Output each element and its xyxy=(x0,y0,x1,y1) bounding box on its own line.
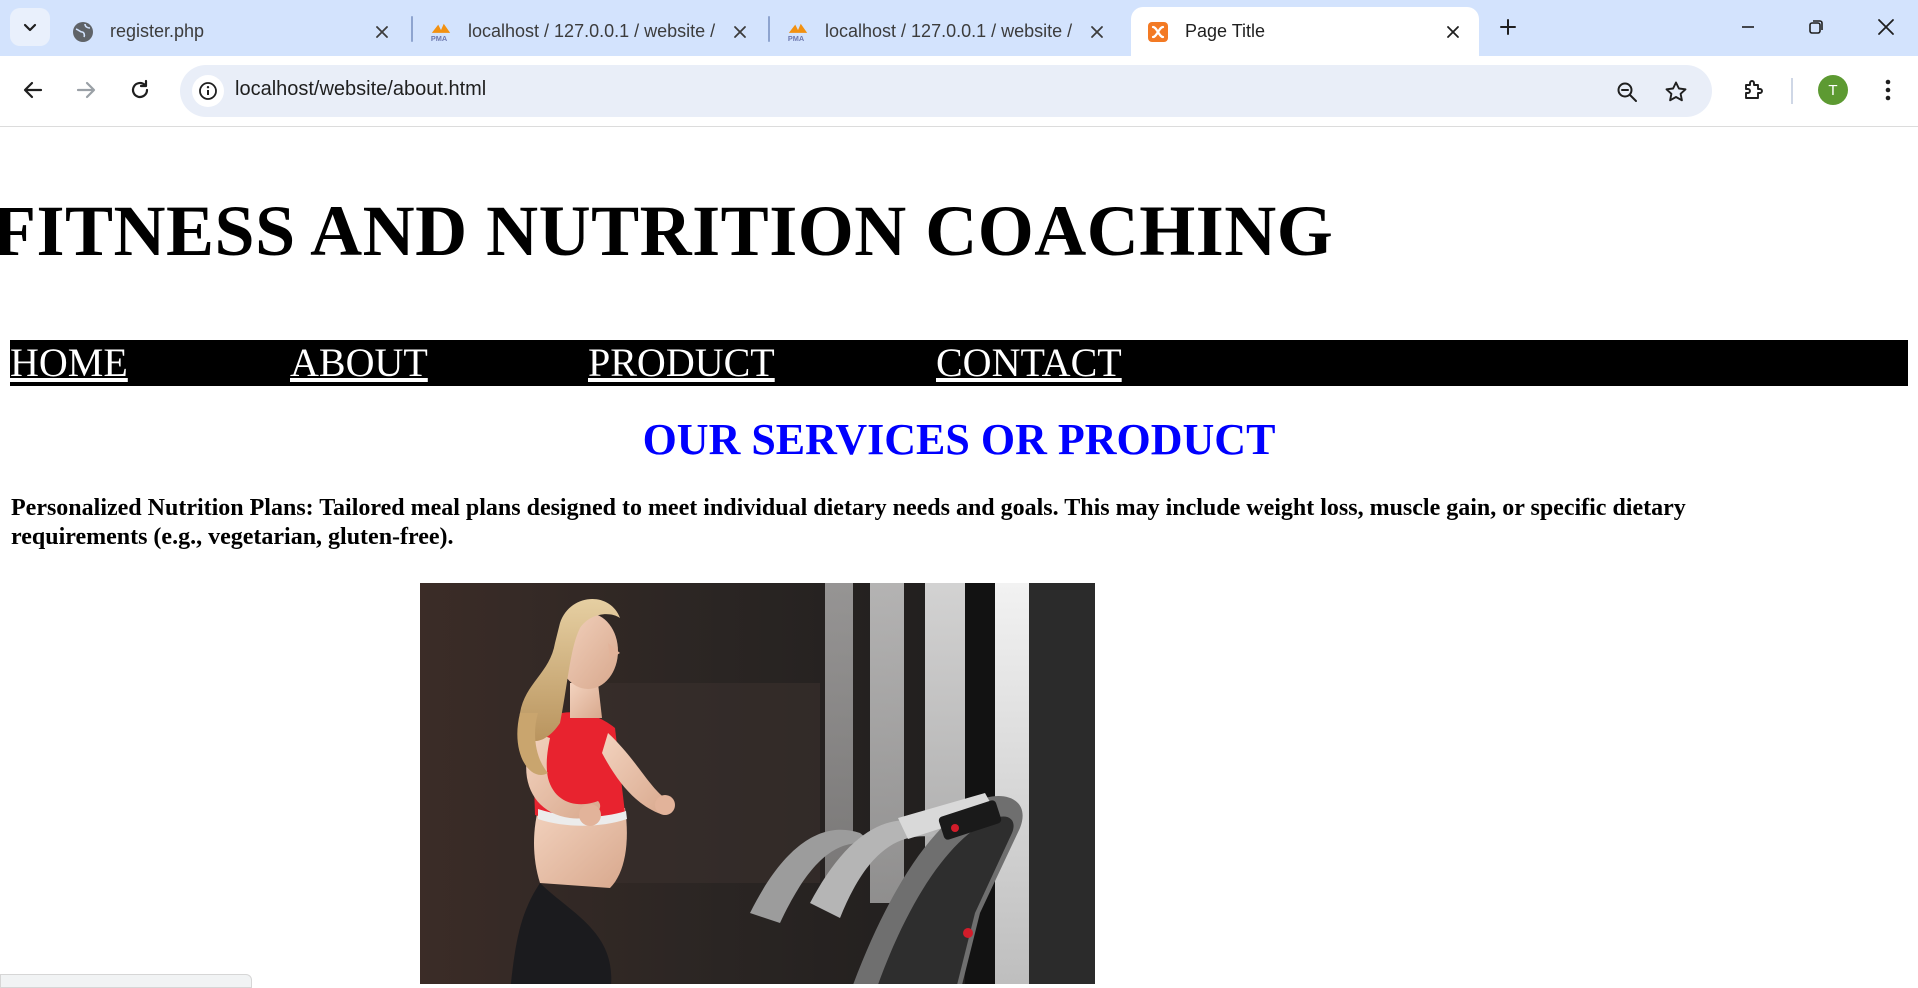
status-bubble xyxy=(0,974,252,988)
site-info-button[interactable] xyxy=(192,75,224,107)
nav-link-about[interactable]: ABOUT xyxy=(290,340,428,386)
tab-strip: register.php PMA localhost / 127.0.0.1 /… xyxy=(0,0,1918,56)
tab-title: localhost / 127.0.0.1 / website / xyxy=(468,21,716,41)
zoom-button[interactable] xyxy=(1612,77,1642,107)
tab-page-title[interactable]: Page Title xyxy=(1131,7,1479,56)
service-description: Personalized Nutrition Plans: Tailored m… xyxy=(11,495,1686,550)
address-url[interactable]: localhost/website/about.html xyxy=(235,78,486,101)
plus-icon xyxy=(1500,19,1516,35)
more-vert-icon xyxy=(1885,79,1891,101)
svg-text:PMA: PMA xyxy=(431,34,448,43)
section-heading: OUR SERVICES OR PRODUCT xyxy=(642,415,1276,464)
puzzle-icon xyxy=(1745,80,1763,99)
avatar: T xyxy=(1818,75,1848,105)
close-icon[interactable] xyxy=(1441,20,1465,44)
treadmill-photo-illustration xyxy=(420,583,1095,984)
back-button[interactable] xyxy=(13,70,53,110)
reload-icon xyxy=(131,79,149,99)
tab-separator xyxy=(768,16,770,42)
new-tab-button[interactable] xyxy=(1490,12,1526,42)
forward-button[interactable] xyxy=(66,70,106,110)
tab-phpmyadmin-1[interactable]: PMA localhost / 127.0.0.1 / website / xyxy=(414,7,766,56)
site-nav: HOME ABOUT PRODUCT CONTACT xyxy=(10,340,1908,386)
globe-icon xyxy=(72,21,94,43)
xampp-icon xyxy=(1147,21,1169,43)
tab-register[interactable]: register.php xyxy=(56,7,408,56)
close-window-button[interactable] xyxy=(1856,8,1916,46)
close-icon xyxy=(1878,19,1894,35)
close-icon[interactable] xyxy=(1085,20,1109,44)
minimize-icon xyxy=(1742,26,1754,28)
address-bar[interactable]: localhost/website/about.html xyxy=(180,65,1712,117)
close-icon[interactable] xyxy=(370,20,394,44)
browser-toolbar: localhost/website/about.html T xyxy=(0,56,1918,127)
treadmill-photo xyxy=(420,583,1095,984)
close-icon[interactable] xyxy=(728,20,752,44)
chevron-down-icon xyxy=(23,23,37,32)
phpmyadmin-icon: PMA xyxy=(430,21,452,43)
tab-title: register.php xyxy=(110,21,205,41)
info-icon xyxy=(199,82,217,100)
zoom-out-icon xyxy=(1617,82,1637,102)
toolbar-divider xyxy=(1791,78,1793,104)
svg-text:PMA: PMA xyxy=(788,34,805,43)
arrow-right-icon xyxy=(76,81,96,99)
extensions-button[interactable] xyxy=(1734,70,1774,110)
nav-link-home[interactable]: HOME xyxy=(10,340,128,386)
tab-title: Page Title xyxy=(1185,21,1266,41)
reload-button[interactable] xyxy=(120,70,160,110)
minimize-button[interactable] xyxy=(1718,8,1778,46)
arrow-left-icon xyxy=(23,81,43,99)
tab-search-button[interactable] xyxy=(10,8,50,46)
page-viewport: FITNESS AND NUTRITION COACHING HOME ABOU… xyxy=(0,127,1918,984)
star-icon xyxy=(1665,81,1687,102)
nav-link-product[interactable]: PRODUCT xyxy=(588,340,775,386)
site-title: FITNESS AND NUTRITION COACHING xyxy=(0,191,1334,271)
nav-link-contact[interactable]: CONTACT xyxy=(936,340,1122,386)
tab-separator xyxy=(411,16,413,42)
tab-title: localhost / 127.0.0.1 / website / xyxy=(825,21,1073,41)
menu-button[interactable] xyxy=(1868,70,1908,110)
phpmyadmin-icon: PMA xyxy=(787,21,809,43)
profile-button[interactable]: T xyxy=(1813,70,1853,110)
tab-phpmyadmin-2[interactable]: PMA localhost / 127.0.0.1 / website / xyxy=(771,7,1123,56)
restore-button[interactable] xyxy=(1786,8,1846,46)
restore-icon xyxy=(1809,20,1823,34)
bookmark-button[interactable] xyxy=(1661,77,1691,107)
